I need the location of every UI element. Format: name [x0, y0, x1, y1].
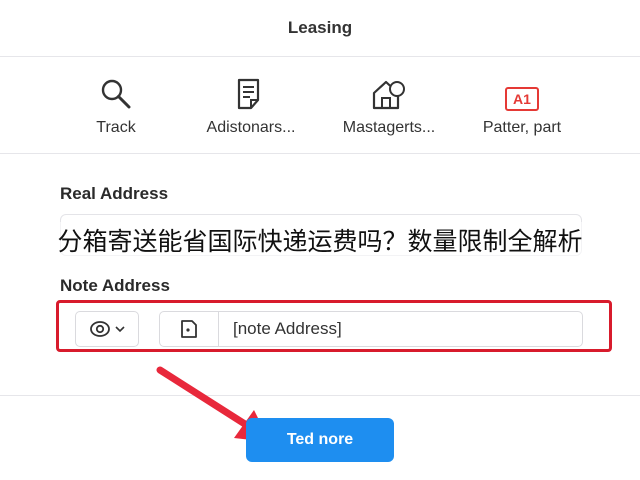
- document-icon: [237, 78, 260, 110]
- house-icon: [372, 80, 405, 110]
- page-title: Leasing: [287, 18, 353, 37]
- toolbar-item-track[interactable]: Track: [51, 75, 181, 137]
- toolbar-item-label: Mastagerts...: [342, 119, 436, 136]
- chevron-down-icon: [115, 326, 125, 333]
- toolbar: Track Adistonars... Mastagerts... A1 Pat…: [0, 57, 640, 154]
- toolbar-item-label: Track: [96, 119, 136, 136]
- note-address-value: [note Address]: [233, 319, 342, 338]
- real-address-label: Real Address: [60, 184, 169, 203]
- search-icon: [101, 79, 131, 109]
- note-address-highlight: [note Address]: [56, 300, 612, 352]
- leasing-panel: Leasing Track Adistonars... Mastagerts..…: [0, 0, 640, 480]
- note-address-label: Note Address: [60, 276, 170, 295]
- primary-button[interactable]: Ted nore: [246, 418, 394, 462]
- toolbar-item-label: Adistonars...: [206, 119, 296, 136]
- overlay-caption: 分箱寄送能省国际快递运费吗？数量限制全解析: [0, 222, 640, 262]
- toolbar-item-label: Patter, part: [482, 119, 562, 136]
- divider: [0, 395, 640, 396]
- note-icon-cell: [160, 312, 219, 346]
- toolbar-item-adistonars[interactable]: Adistonars...: [186, 75, 316, 137]
- toolbar-item-mastagerts[interactable]: Mastagerts...: [324, 75, 454, 137]
- a1-badge-icon: A1: [505, 87, 539, 111]
- page-header: Leasing: [0, 0, 640, 57]
- visibility-dropdown[interactable]: [75, 311, 139, 347]
- toolbar-item-patter[interactable]: A1 Patter, part: [457, 75, 587, 137]
- note-address-field[interactable]: [note Address]: [159, 311, 583, 347]
- eye-icon: [90, 321, 110, 337]
- note-icon: [181, 320, 197, 338]
